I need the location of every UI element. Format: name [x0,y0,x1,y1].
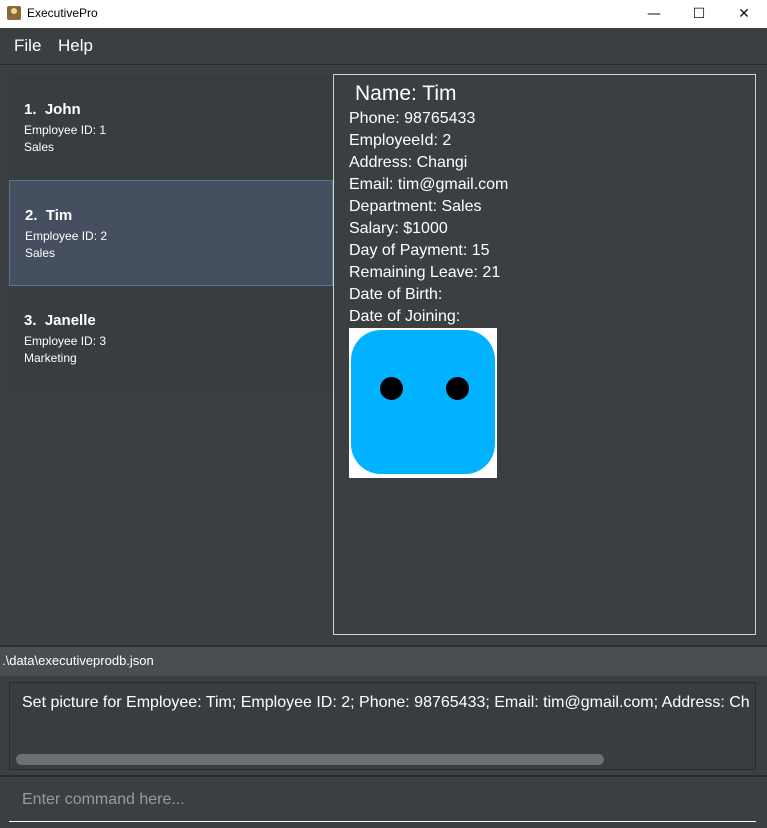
detail-email: Email: tim@gmail.com [349,176,509,193]
employee-card-id: Employee ID: 1 [24,123,107,137]
app-icon [7,6,21,20]
command-input[interactable] [9,780,756,820]
detail-address: Address: Changi [349,154,468,171]
employee-card-department: Sales [24,140,55,154]
title-bar: ExecutivePro — ☐ ✕ [0,0,767,28]
employee-card-name: 3. Janelle [24,312,96,329]
scrollbar-thumb[interactable] [16,754,604,765]
detail-date-of-joining: Date of Joining: [349,308,461,325]
detail-employee-id: EmployeeId: 2 [349,132,452,149]
employee-card-name: 2. Tim [25,207,73,224]
minimize-icon[interactable]: — [631,0,677,28]
close-icon[interactable]: ✕ [721,0,767,28]
employee-detail-panel: Name: Tim Phone: 98765433 EmployeeId: 2 … [333,74,756,635]
detail-department: Department: Sales [349,198,482,215]
employee-card-department: Marketing [24,351,77,365]
result-text: Set picture for Employee: Tim; Employee … [22,694,750,711]
window-title: ExecutivePro [27,6,98,20]
employee-card-id: Employee ID: 3 [24,334,107,348]
result-display: Set picture for Employee: Tim; Employee … [9,682,756,770]
menu-bar: File Help [0,28,767,65]
detail-date-of-birth: Date of Birth: [349,286,443,303]
detail-phone: Phone: 98765433 [349,110,476,127]
employee-list: 1. John Employee ID: 1 Sales 2. Tim Empl… [9,75,333,391]
employee-card-id: Employee ID: 2 [25,229,108,243]
menu-file[interactable]: File [14,36,41,56]
employee-card-name: 1. John [24,101,81,118]
horizontal-scrollbar[interactable] [16,754,749,765]
detail-day-of-payment: Day of Payment: 15 [349,242,490,259]
employee-card-department: Sales [25,246,56,260]
save-location: .\data\executiveprodb.json [2,653,154,668]
divider [0,775,767,777]
command-box [9,780,756,822]
detail-name: Name: Tim [355,82,457,105]
detail-remaining-leave: Remaining Leave: 21 [349,264,501,281]
avatar-eye-icon [446,377,469,400]
menu-help[interactable]: Help [58,36,93,56]
employee-card-tim[interactable]: 2. Tim Employee ID: 2 Sales [9,180,333,286]
employee-card-janelle[interactable]: 3. Janelle Employee ID: 3 Marketing [9,286,333,392]
avatar-eye-icon [380,377,403,400]
status-bar: .\data\executiveprodb.json [0,647,767,676]
employee-card-john[interactable]: 1. John Employee ID: 1 Sales [9,75,333,181]
employee-picture [349,328,497,478]
avatar-face-icon [351,330,495,474]
detail-salary: Salary: $1000 [349,220,448,237]
maximize-icon[interactable]: ☐ [676,0,722,28]
